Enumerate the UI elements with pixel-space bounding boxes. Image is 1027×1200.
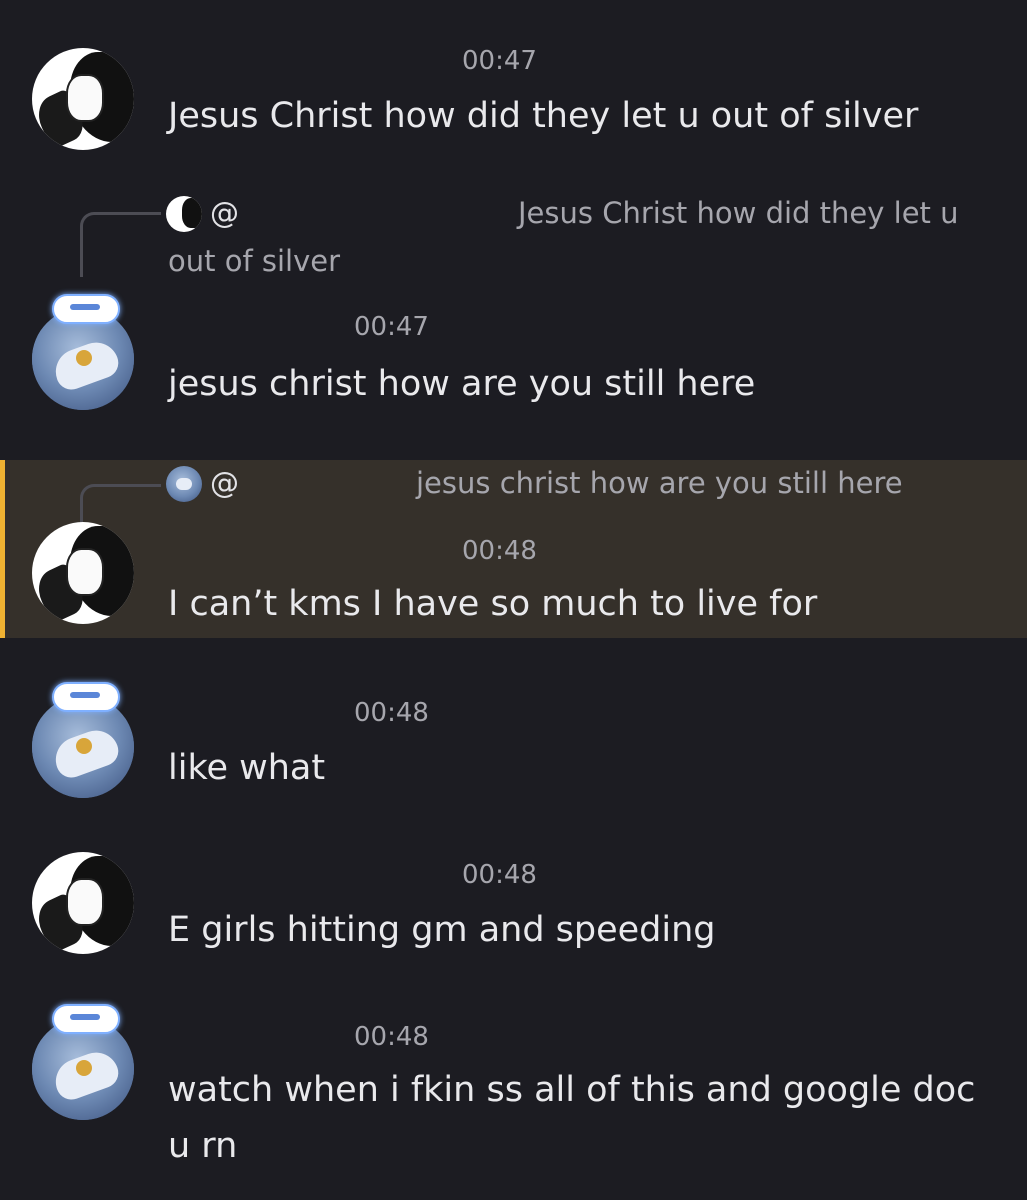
message-timestamp: 00:48 [462,860,537,890]
message-timestamp: 00:47 [354,312,429,342]
reply-avatar-icon [166,466,202,502]
message-5[interactable]: 00:48 E girls hitting gm and speeding [0,852,1027,972]
reply-connector [80,212,161,277]
message-6[interactable]: 00:48 watch when i fkin ss all of this a… [0,1004,1027,1184]
message-1[interactable]: 00:47 Jesus Christ how did they let u ou… [0,40,1027,160]
message-text-line2: u rn [168,1126,238,1166]
message-timestamp: 00:48 [354,698,429,728]
user-avatar[interactable] [32,1004,134,1120]
message-3-highlighted[interactable]: @ jesus christ how are you still here 00… [0,460,1027,638]
message-text: jesus christ how are you still here [168,364,756,404]
user-avatar[interactable] [32,682,134,798]
message-timestamp: 00:48 [354,1022,429,1052]
reply-preview-line2[interactable]: out of silver [168,244,340,278]
message-timestamp: 00:47 [462,46,537,76]
reply-avatar-icon [166,196,202,232]
user-avatar[interactable] [32,852,134,954]
user-avatar[interactable] [32,522,134,624]
reply-mention[interactable]: @ [210,196,239,230]
message-text: I can’t kms I have so much to live for [168,584,818,624]
reply-preview-line1[interactable]: Jesus Christ how did they let u [518,196,959,230]
message-timestamp: 00:48 [462,536,537,566]
message-text: Jesus Christ how did they let u out of s… [168,96,919,136]
message-text: E girls hitting gm and speeding [168,910,716,950]
message-text: like what [168,748,326,788]
reply-preview[interactable]: jesus christ how are you still here [416,466,903,500]
message-4[interactable]: 00:48 like what [0,682,1027,810]
user-avatar[interactable] [32,294,134,410]
reply-mention[interactable]: @ [210,466,239,500]
user-avatar[interactable] [32,48,134,150]
message-text-line1: watch when i fkin ss all of this and goo… [168,1070,976,1110]
message-2[interactable]: @ Jesus Christ how did they let u out of… [0,190,1027,430]
